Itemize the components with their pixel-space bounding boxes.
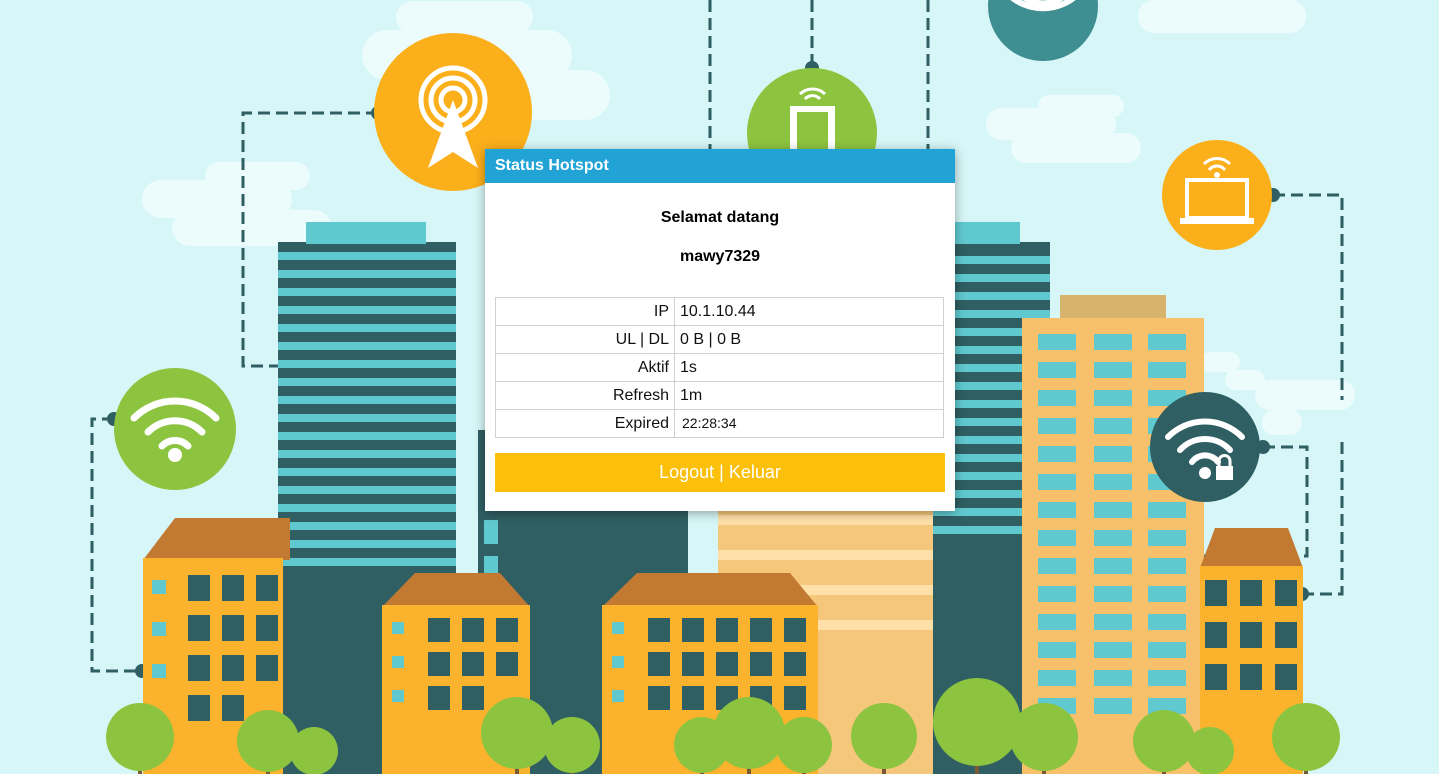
- row-label: Refresh: [495, 381, 675, 410]
- status-panel: Status Hotspot Selamat datang mawy7329 I…: [485, 149, 955, 511]
- row-label: UL | DL: [495, 325, 675, 354]
- laptop-wifi-icon: [1162, 140, 1272, 250]
- table-row: UL | DL 0 B | 0 B: [495, 325, 944, 354]
- welcome-text: Selamat datang: [660, 209, 780, 226]
- wifi-lock-icon: [1150, 392, 1260, 502]
- row-value: 10.1.10.44: [674, 297, 944, 326]
- table-row: Refresh 1m: [495, 381, 944, 410]
- table-row: Aktif 1s: [495, 353, 944, 382]
- row-value: 1s: [674, 353, 944, 382]
- username: mawy7329: [679, 248, 761, 265]
- row-label: IP: [495, 297, 675, 326]
- wifi-icon: [988, 0, 1098, 61]
- row-value: 22:28:34: [682, 414, 737, 431]
- row-label: Expired: [495, 409, 675, 438]
- row-label: Aktif: [495, 353, 675, 382]
- wifi-icon: [114, 368, 236, 490]
- table-row: IP 10.1.10.44: [495, 297, 944, 326]
- panel-title: Status Hotspot: [485, 149, 955, 183]
- status-table: IP 10.1.10.44 UL | DL 0 B | 0 B Aktif 1s…: [495, 297, 944, 438]
- row-value: 0 B | 0 B: [674, 325, 944, 354]
- logout-button[interactable]: Logout | Keluar: [495, 453, 945, 492]
- row-value: 1m: [674, 381, 944, 410]
- table-row: Expired 22:28:34: [495, 409, 944, 438]
